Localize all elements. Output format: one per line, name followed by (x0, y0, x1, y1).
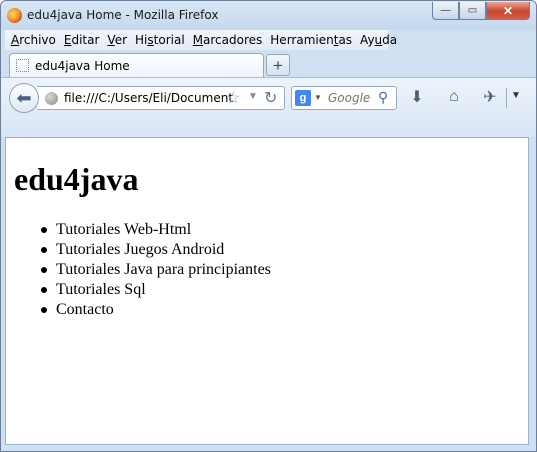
firefox-logo-icon[interactable] (7, 8, 22, 23)
list-item[interactable]: Tutoriales Sql (16, 280, 271, 300)
list-item[interactable]: Tutoriales Juegos Android (16, 240, 271, 260)
menu-historial[interactable]: Historial (132, 33, 190, 47)
menu-marcadores[interactable]: Marcadores (190, 33, 268, 47)
close-button[interactable]: ✕ (486, 2, 530, 20)
search-input[interactable]: Google (328, 91, 370, 105)
reload-icon[interactable]: ↻ (264, 88, 277, 108)
menu-herramientas[interactable]: Herramientas (267, 33, 357, 47)
page-link-list: Tutoriales Web-Html Tutoriales Juegos An… (16, 220, 271, 320)
browser-window: edu4java Home - Mozilla Firefox — ▭ ✕ Ar… (0, 0, 537, 452)
minimize-button[interactable]: — (432, 2, 459, 20)
search-bar[interactable]: g ▼ Google ⚲ (291, 86, 397, 110)
maximize-button[interactable]: ▭ (459, 2, 486, 20)
url-input[interactable]: file:///C:/Users/Eli/Document (64, 91, 233, 105)
list-item[interactable]: Contacto (16, 300, 271, 320)
home-icon: ⌂ (449, 88, 459, 105)
globe-icon[interactable] (45, 92, 58, 105)
menu-dropdown-icon[interactable]: ▼ (511, 90, 521, 101)
addon-icon: ✈ (483, 89, 497, 106)
page-title: edu4java (14, 161, 139, 197)
search-engine-dropdown-icon[interactable]: ▼ (314, 93, 322, 102)
list-item[interactable]: Tutoriales Web-Html (16, 220, 271, 240)
menu-ver[interactable]: Ver (104, 33, 132, 47)
navigation-bar: file:///C:/Users/Eli/Document ☆ ▼ ↻ ⬅ g … (1, 77, 536, 137)
back-button[interactable]: ⬅ (9, 83, 39, 113)
download-button[interactable]: ⬇ (407, 87, 427, 107)
list-item[interactable]: Tutoriales Java para principiantes (16, 260, 271, 280)
blank-page-icon (16, 59, 29, 72)
search-icon[interactable]: ⚲ (378, 89, 388, 106)
menu-bar: Archivo Editar Ver Historial Marcadores … (5, 30, 397, 50)
menu-archivo[interactable]: Archivo (8, 33, 61, 47)
tab-edu4java-home[interactable]: edu4java Home (9, 53, 264, 77)
addon-button[interactable]: ✈ (480, 87, 500, 107)
url-dropdown-icon[interactable]: ▼ (248, 91, 258, 102)
bookmark-star-icon[interactable]: ☆ (226, 88, 240, 108)
title-bar[interactable]: edu4java Home - Mozilla Firefox — ▭ ✕ (1, 1, 536, 30)
tab-title: edu4java Home (35, 59, 130, 73)
google-icon[interactable]: g (295, 90, 311, 106)
window-controls: — ▭ ✕ (432, 2, 530, 20)
page-content: edu4java Tutoriales Web-Html Tutoriales … (5, 137, 529, 445)
url-bar[interactable]: file:///C:/Users/Eli/Document ☆ ▼ ↻ (37, 86, 285, 110)
tab-strip: edu4java Home + (5, 51, 533, 77)
back-arrow-icon: ⬅ (16, 87, 32, 108)
home-button[interactable]: ⌂ (444, 87, 464, 107)
toolbar-separator (506, 88, 507, 108)
download-icon: ⬇ (410, 89, 424, 106)
menu-ayuda[interactable]: Ayuda (357, 33, 402, 47)
menu-editar[interactable]: Editar (61, 33, 105, 47)
window-title: edu4java Home - Mozilla Firefox (27, 8, 219, 22)
new-tab-button[interactable]: + (266, 54, 290, 76)
